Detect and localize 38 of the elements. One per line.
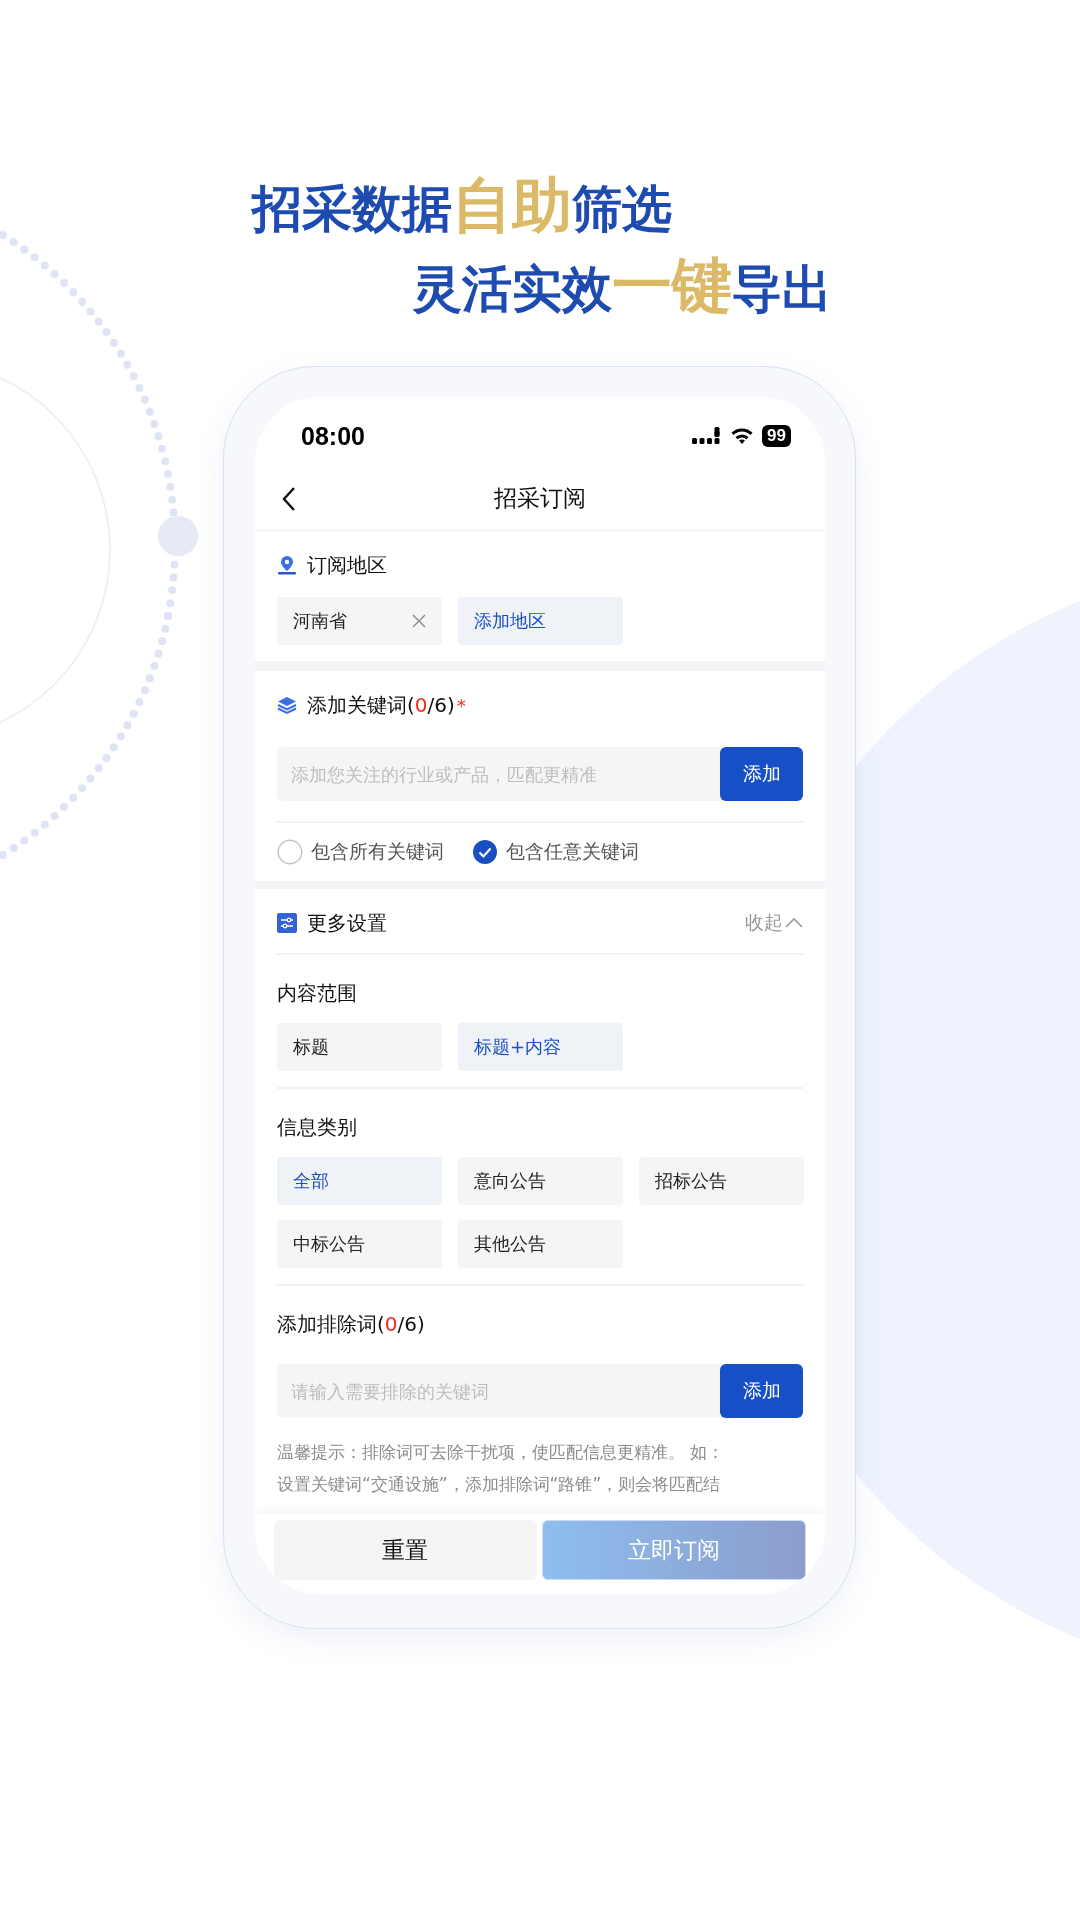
add-button[interactable]: 添加 — [720, 747, 803, 801]
field-label: 内容范围 — [277, 980, 358, 1007]
section-title: 添加关键词(0/6)* — [307, 691, 466, 719]
signal-icon — [692, 427, 723, 445]
reset-button[interactable]: 重置 — [274, 1520, 537, 1580]
layers-icon — [277, 695, 297, 715]
headline: 招采数据自助筛选 — [252, 170, 672, 242]
location-pin-icon — [277, 555, 297, 575]
checked-radio-icon[interactable] — [472, 839, 498, 865]
option-chip[interactable]: 全部 — [277, 1157, 442, 1205]
headline: 灵活实效一键导出 — [412, 250, 832, 322]
option-chip[interactable]: 意向公告 — [458, 1157, 623, 1205]
chevron-up-icon — [785, 917, 803, 929]
radio-icon[interactable] — [277, 839, 303, 865]
option-chip[interactable]: 中标公告 — [277, 1220, 442, 1268]
option-chip[interactable]: 招标公告 — [639, 1157, 804, 1205]
add-button[interactable]: 添加 — [720, 1364, 803, 1418]
option-chip[interactable]: 标题+内容 — [458, 1023, 623, 1071]
status-time: 08:00 — [301, 421, 365, 451]
hint-text: 温馨提示：排除词可去除干扰项，使匹配信息更精准。 如： 设置关键词“交通设施”，添加排除词“路锥”，则会将匹配结 — [277, 1441, 726, 1496]
exclude-input[interactable]: 请输入需要排除的关键词 添加 — [277, 1364, 803, 1418]
battery-level: 99 — [762, 425, 791, 447]
page-title: 招采订阅 — [494, 484, 586, 513]
field-label: 信息类别 — [277, 1114, 358, 1141]
section-title: 订阅地区 — [307, 551, 387, 579]
close-icon[interactable] — [412, 614, 426, 628]
option-chip[interactable]: 标题 — [277, 1023, 442, 1071]
settings-icon — [277, 913, 297, 933]
radio-option[interactable]: 包含任意关键词 — [472, 839, 639, 865]
region-chip[interactable]: 河南省 — [277, 597, 442, 645]
radio-option[interactable]: 包含所有关键词 — [277, 839, 444, 865]
wifi-icon — [730, 427, 755, 445]
keyword-input[interactable]: 添加您关注的行业或产品，匹配更精准 添加 — [277, 747, 803, 801]
add-region-button[interactable]: 添加地区 — [458, 597, 623, 645]
dot-drawing — [158, 516, 198, 556]
field-label: 添加排除词(0/6) — [277, 1311, 426, 1338]
section-title: 更多设置 — [307, 909, 387, 937]
option-chip[interactable]: 其他公告 — [458, 1220, 623, 1268]
